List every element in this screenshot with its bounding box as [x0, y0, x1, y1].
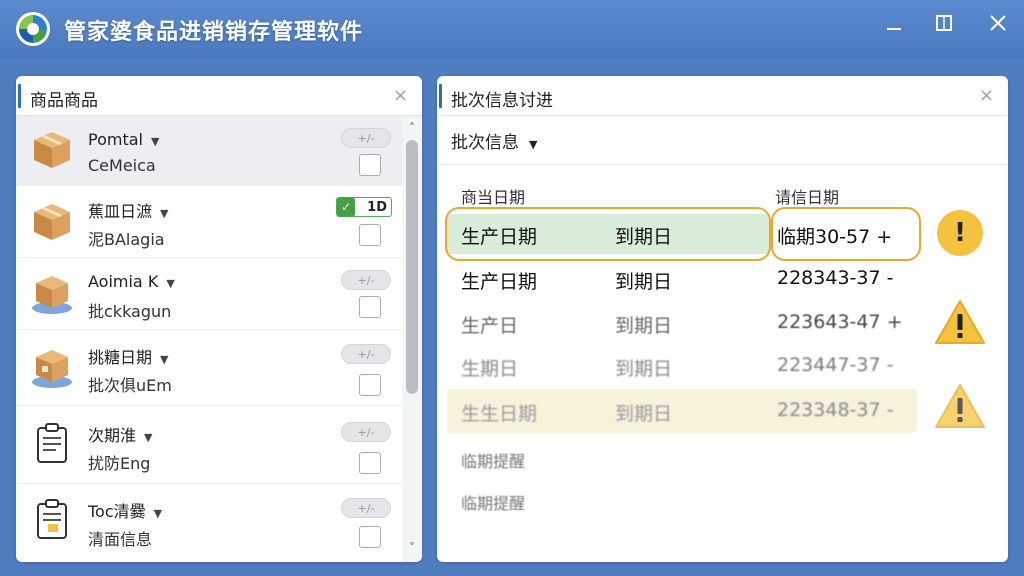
- quantity-toggle[interactable]: +/-: [341, 344, 391, 364]
- scrollbar-thumb[interactable]: [406, 140, 418, 394]
- warning-icon: [935, 384, 985, 428]
- quantity-toggle[interactable]: +/-: [341, 270, 391, 290]
- chevron-up-icon[interactable]: ˄: [406, 122, 418, 134]
- batch-row[interactable]: 生期日 到期日 223447-37 -: [447, 346, 917, 386]
- chevron-down-icon: ▼: [166, 277, 175, 290]
- box-icon: [34, 204, 70, 240]
- box-icon: [34, 132, 70, 168]
- product-panel-title: 商品商品: [30, 91, 98, 111]
- maximize-button[interactable]: [924, 8, 964, 38]
- product-item[interactable]: 蕉皿日㵂 ▼ 泥BAlagia ✓ 1D: [16, 186, 402, 258]
- product-checkbox[interactable]: [359, 224, 381, 246]
- batch-panel: 批次信息讨进 × 批次信息 ▼ 商当日期 请信日期 生产日期 到期日 临期30-5…: [437, 76, 1008, 562]
- product-item[interactable]: 挑糖日期 ▼ 批次俱uEm +/-: [16, 330, 402, 406]
- quantity-toggle[interactable]: +/-: [341, 422, 391, 442]
- batch-panel-close-button[interactable]: ×: [979, 85, 994, 106]
- product-item[interactable]: Pomtal ▼ CeMeica +/-: [16, 116, 402, 186]
- chevron-down-icon: ▼: [160, 207, 169, 220]
- product-checkbox[interactable]: [359, 452, 381, 474]
- toggle-value: 1D: [367, 199, 387, 215]
- product-checkbox[interactable]: [359, 154, 381, 176]
- product-checkbox[interactable]: [359, 374, 381, 396]
- quantity-toggle[interactable]: +/-: [341, 498, 391, 518]
- minimize-icon: [887, 28, 901, 30]
- close-window-button[interactable]: [978, 8, 1018, 38]
- chevron-down-icon[interactable]: ˅: [406, 542, 418, 554]
- box-icon: [32, 276, 72, 314]
- product-name: Aoimia K ▼: [88, 272, 175, 291]
- product-item[interactable]: Aoimia K ▼ 批ckkagun +/-: [16, 258, 402, 330]
- chevron-down-icon: ▼: [153, 507, 163, 520]
- chevron-down-icon: ▼: [160, 353, 169, 366]
- production-date-cell: 生产日: [461, 315, 519, 337]
- expiry-value-cell: 228343-37 -: [777, 267, 894, 289]
- check-icon: ✓: [337, 198, 355, 216]
- product-checkbox[interactable]: [359, 526, 381, 548]
- clipboard-icon: [37, 423, 67, 463]
- warning-icon: [935, 300, 985, 344]
- batch-row[interactable]: 生产日 到期日 223643-47 +: [447, 303, 917, 343]
- app-logo-icon: [16, 12, 50, 46]
- production-date-cell: 生产日期: [461, 271, 538, 293]
- expiry-date-cell: 到期日: [615, 358, 673, 380]
- expiry-value-cell: 223348-37 -: [777, 399, 894, 421]
- quantity-toggle[interactable]: +/-: [341, 128, 391, 148]
- product-name: 蕉皿日㵂 ▼: [88, 202, 169, 221]
- expiry-value-cell: 223643-47 +: [777, 311, 903, 333]
- accent-bar: [18, 84, 21, 108]
- column-header-date: 商当日期: [461, 188, 526, 207]
- chevron-down-icon: ▼: [529, 138, 538, 151]
- batch-row[interactable]: 生产日期 到期日 228343-37 -: [447, 259, 917, 299]
- product-name: Pomtal ▼: [88, 130, 160, 149]
- expiry-date-cell: 到期日: [615, 315, 673, 337]
- product-panel-header: 商品商品 ×: [16, 76, 422, 116]
- chevron-down-icon: ▼: [150, 135, 160, 148]
- quantity-toggle-on[interactable]: ✓ 1D: [336, 197, 392, 217]
- batch-panel-title: 批次信息讨进: [451, 91, 553, 111]
- batch-panel-header: 批次信息讨进 ×: [437, 76, 1008, 116]
- chevron-down-icon: ▼: [144, 431, 153, 444]
- product-name: Toc清爨 ▼: [88, 502, 163, 521]
- product-subtitle: 泥BAlagia: [88, 230, 165, 249]
- box-icon: [32, 350, 72, 388]
- product-list: Pomtal ▼ CeMeica +/- 蕉皿日㵂 ▼ 泥BAlagia ✓ 1D: [16, 116, 402, 562]
- highlight-outline: [771, 207, 921, 261]
- product-name: 次期淮 ▼: [88, 426, 153, 445]
- title-bar: 管家婆食品进销销存管理软件: [0, 0, 1024, 58]
- product-subtitle: 扰防Eng: [88, 454, 151, 473]
- expiry-date-cell: 到期日: [615, 271, 673, 293]
- accent-bar: [439, 84, 442, 108]
- batch-row[interactable]: 生生日期 到期日 223348-37 -: [447, 389, 917, 433]
- production-date-cell: 生生日期: [461, 403, 538, 425]
- product-panel-close-button[interactable]: ×: [393, 85, 408, 106]
- close-icon: [990, 15, 1006, 31]
- expiry-date-cell: 到期日: [615, 403, 673, 425]
- expiry-value-cell: 223447-37 -: [777, 354, 894, 376]
- alert-circle-icon: !: [937, 210, 983, 256]
- product-subtitle: 清面信息: [88, 530, 153, 549]
- divider: [437, 164, 1008, 165]
- product-item[interactable]: Toc清爨 ▼ 清面信息 +/-: [16, 484, 402, 562]
- maximize-icon: [936, 15, 952, 31]
- expiry-reminder-link[interactable]: 临期提醒: [461, 448, 525, 472]
- product-subtitle: 批次俱uEm: [88, 376, 172, 395]
- product-subtitle: 批ckkagun: [88, 302, 172, 321]
- app-title: 管家婆食品进销销存管理软件: [64, 20, 364, 45]
- product-panel: 商品商品 × Pomtal ▼ CeMeica +/- 蕉皿日㵂 ▼ 泥BAla…: [16, 76, 422, 562]
- product-checkbox[interactable]: [359, 296, 381, 318]
- column-header-expiry: 请信日期: [775, 188, 840, 207]
- product-list-scrollbar[interactable]: ˄ ˅: [402, 116, 422, 562]
- product-name: 挑糖日期 ▼: [88, 348, 169, 367]
- highlight-outline: [445, 207, 771, 261]
- batch-info-dropdown[interactable]: 批次信息 ▼: [451, 128, 537, 153]
- minimize-button[interactable]: [874, 8, 914, 38]
- product-item[interactable]: 次期淮 ▼ 扰防Eng +/-: [16, 406, 402, 484]
- expiry-reminder-link[interactable]: 临期提醒: [461, 490, 525, 514]
- product-subtitle: CeMeica: [88, 156, 156, 175]
- clipboard-icon: [37, 499, 67, 539]
- production-date-cell: 生期日: [461, 358, 519, 380]
